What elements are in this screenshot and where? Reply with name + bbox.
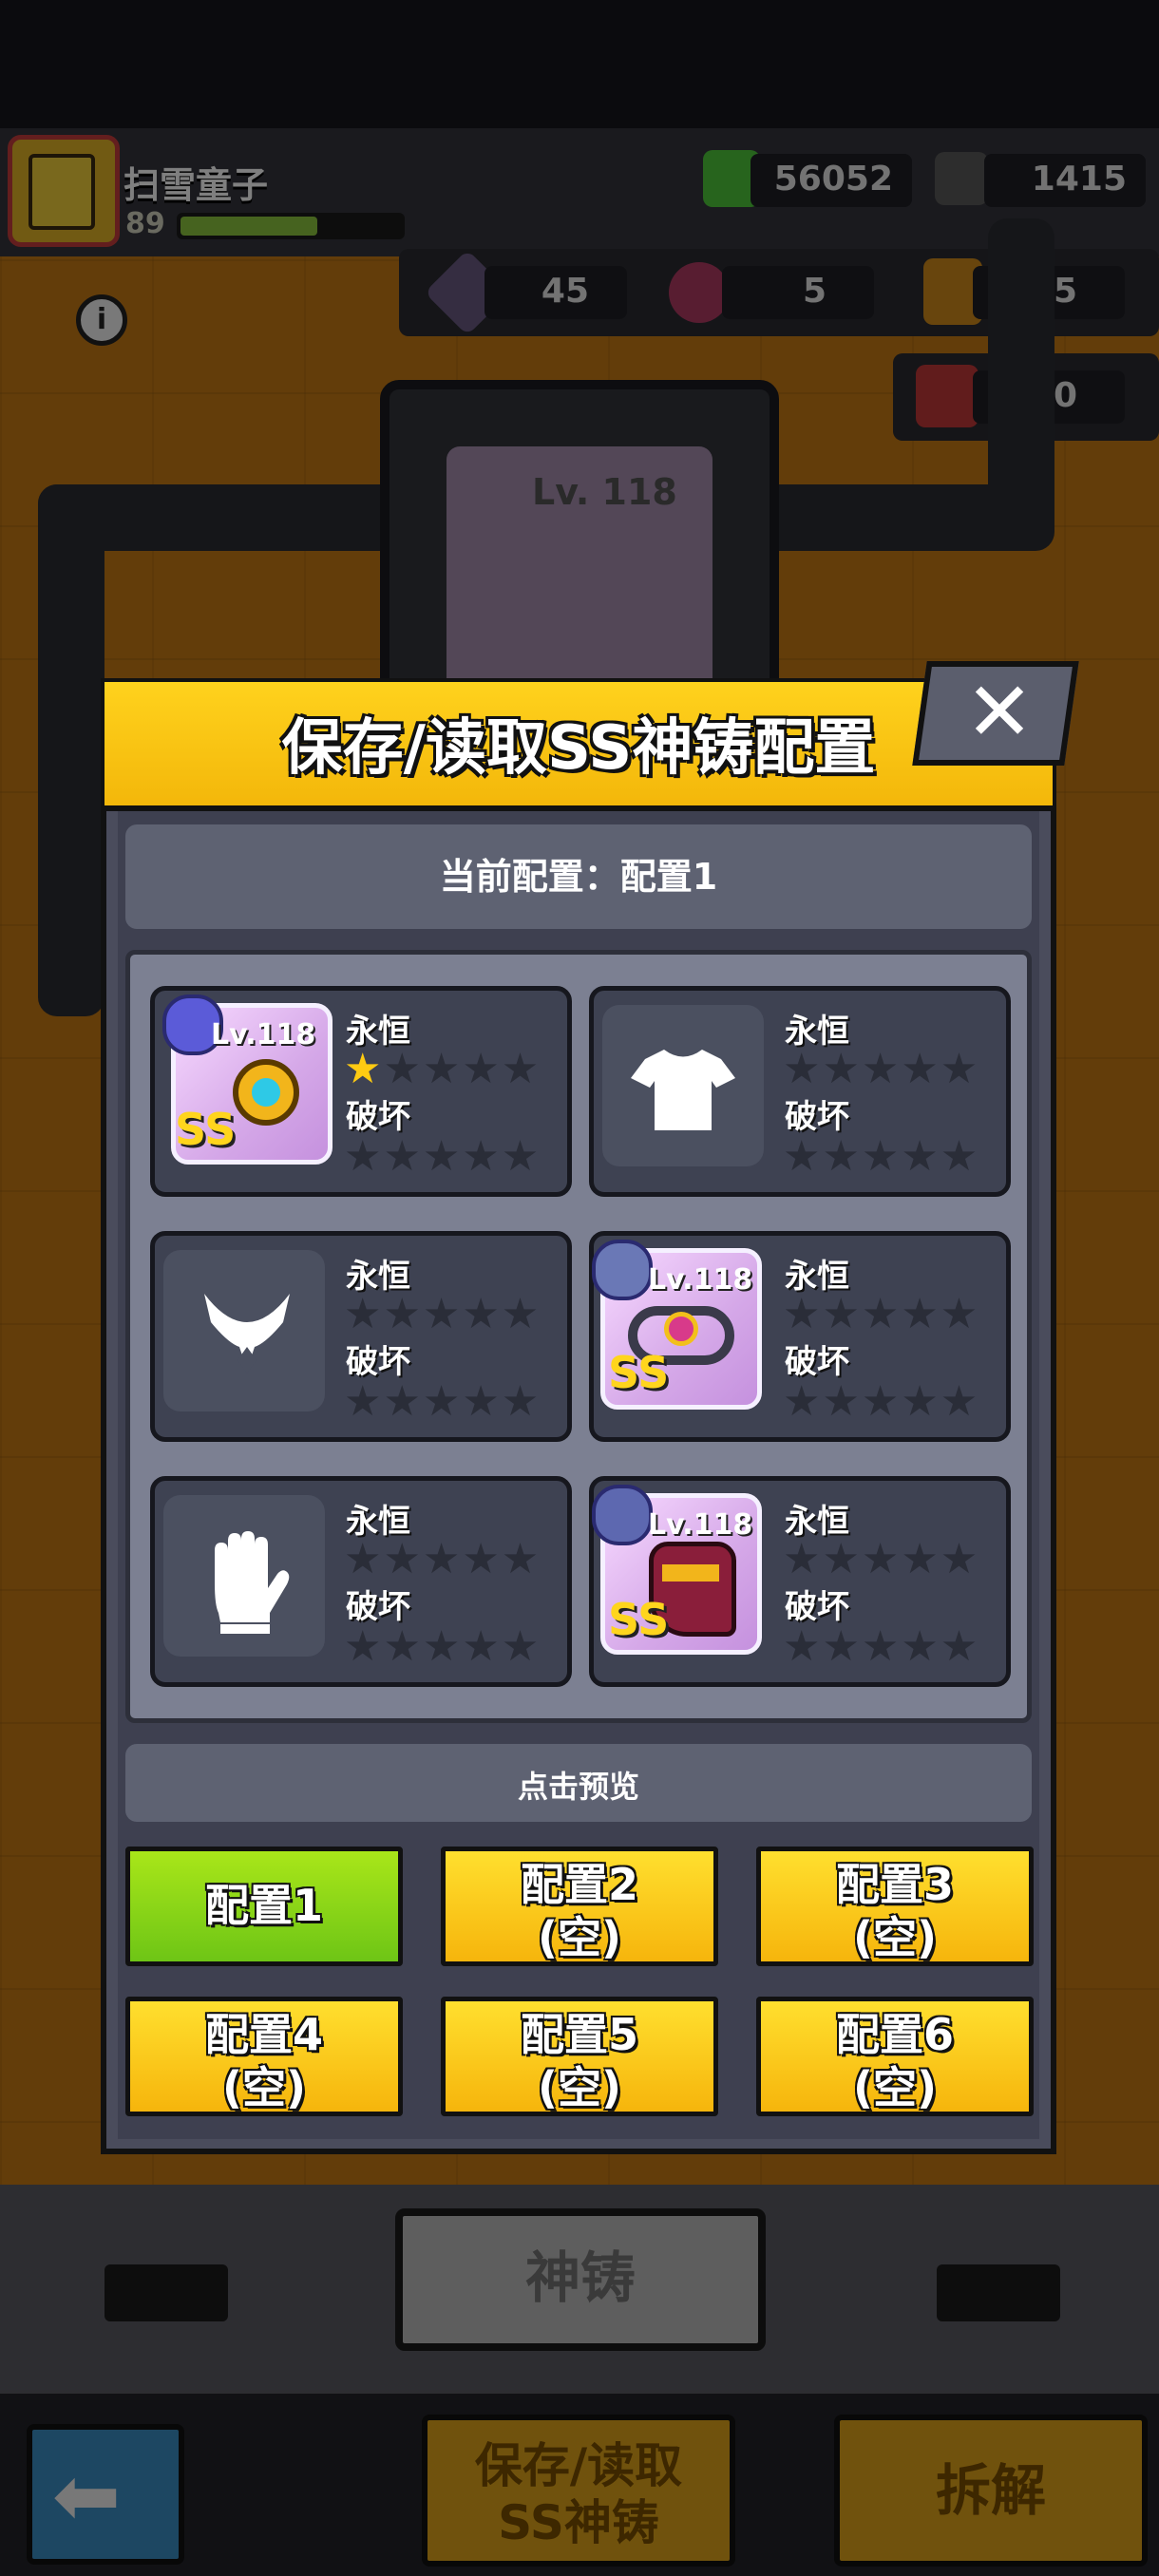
slot-1-stars-eternal: ★★★★★	[344, 1045, 542, 1093]
slot-6-label-destroy: 破坏	[785, 1588, 849, 1626]
slot-4-stars-destroy: ★★★★★	[783, 1377, 980, 1426]
slot-4-ss-badge: SS	[608, 1347, 670, 1398]
config-button-2[interactable]: 配置2 (空)	[441, 1847, 718, 1966]
slot-2-stars-eternal: ★★★★★	[783, 1045, 980, 1093]
slot-6-level: Lv.118	[648, 1508, 753, 1542]
preview-hint: 点击预览	[517, 1769, 639, 1805]
slot-6-ss-badge: SS	[608, 1594, 670, 1645]
slot-6-stars-eternal: ★★★★★	[783, 1535, 980, 1583]
config-2-status: (空)	[537, 1912, 622, 1963]
glove-icon	[196, 1531, 291, 1636]
close-icon: ✕	[965, 665, 1035, 760]
config-5-name: 配置5	[520, 2009, 638, 2060]
slot-1-label-destroy: 破坏	[346, 1098, 410, 1136]
slot-4-stars-eternal: ★★★★★	[783, 1290, 980, 1338]
config-button-4[interactable]: 配置4 (空)	[125, 1997, 403, 2116]
ring-gem-icon	[664, 1312, 698, 1346]
boot-trim-icon	[662, 1564, 719, 1582]
necklace-icon	[200, 1284, 294, 1379]
config-4-name: 配置4	[204, 2009, 323, 2060]
config-3-status: (空)	[852, 1912, 938, 1963]
slot-1-level: Lv.118	[211, 1018, 316, 1051]
slot-2-stars-destroy: ★★★★★	[783, 1132, 980, 1181]
shirt-icon	[631, 1045, 735, 1130]
config-3-name: 配置3	[835, 1859, 954, 1910]
slot-6-stars-destroy: ★★★★★	[783, 1622, 980, 1671]
config-button-6[interactable]: 配置6 (空)	[756, 1997, 1034, 2116]
config-5-status: (空)	[537, 2062, 622, 2113]
slot-4-level: Lv.118	[648, 1263, 753, 1297]
ring-type-badge-icon	[592, 1240, 653, 1300]
config-button-1[interactable]: 配置1	[125, 1847, 403, 1966]
slot-4-label-destroy: 破坏	[785, 1343, 849, 1381]
config-button-5[interactable]: 配置5 (空)	[441, 1997, 718, 2116]
slot-3-label-destroy: 破坏	[346, 1343, 410, 1381]
slot-3-stars-eternal: ★★★★★	[344, 1290, 542, 1338]
config-2-name: 配置2	[520, 1859, 638, 1910]
slot-1-stars-destroy: ★★★★★	[344, 1132, 542, 1181]
config-4-status: (空)	[221, 2062, 307, 2113]
config-6-status: (空)	[852, 2062, 938, 2113]
boot-type-badge-icon	[592, 1485, 653, 1545]
modal-title: 保存/读取SS神铸配置	[281, 713, 876, 784]
scepter-gem-icon	[252, 1078, 280, 1107]
current-config-label: 当前配置：配置1	[439, 856, 718, 898]
slot-5-stars-eternal: ★★★★★	[344, 1535, 542, 1583]
config-button-3[interactable]: 配置3 (空)	[756, 1847, 1034, 1966]
slot-1-ss-badge: SS	[175, 1104, 237, 1155]
config-1-name: 配置1	[204, 1880, 323, 1931]
slot-5-stars-destroy: ★★★★★	[344, 1622, 542, 1671]
slot-2-label-destroy: 破坏	[785, 1098, 849, 1136]
slot-5-label-destroy: 破坏	[346, 1588, 410, 1626]
config-6-name: 配置6	[835, 2009, 954, 2060]
slot-3-stars-destroy: ★★★★★	[344, 1377, 542, 1426]
